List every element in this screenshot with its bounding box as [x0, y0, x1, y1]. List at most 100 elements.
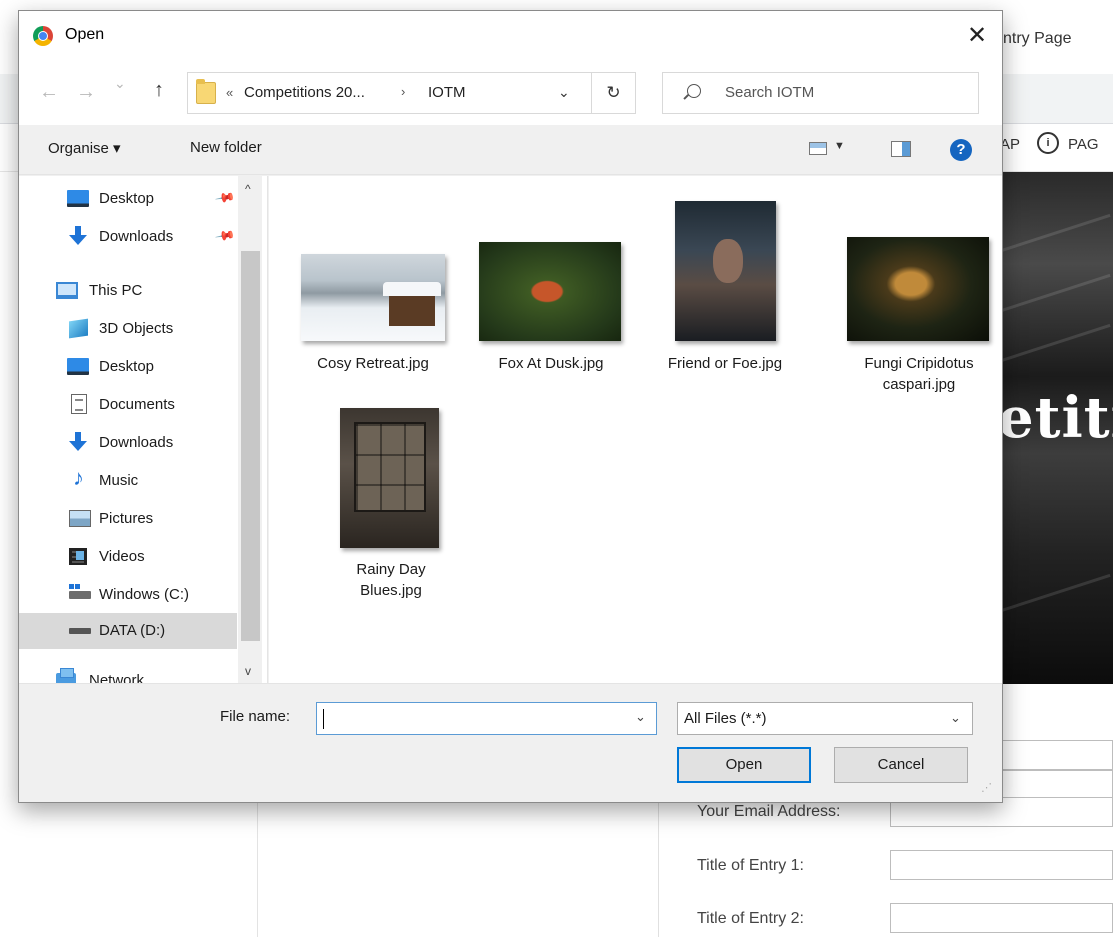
- scroll-down-icon[interactable]: v: [245, 664, 251, 678]
- open-button[interactable]: Open: [677, 747, 811, 783]
- downloads-icon: [69, 226, 87, 246]
- search-box[interactable]: [662, 72, 979, 114]
- folder-icon: [196, 79, 216, 104]
- new-folder-button[interactable]: New folder: [190, 139, 262, 156]
- resize-grip-icon[interactable]: ⋰: [981, 783, 992, 794]
- breadcrumb-competitions[interactable]: Competitions 20...: [244, 84, 365, 101]
- forward-arrow-icon[interactable]: →: [76, 81, 96, 104]
- this-pc-icon: [56, 282, 78, 299]
- navigation-pane: Desktop 📌 Downloads 📌 This PC 3D Objects…: [19, 176, 268, 689]
- address-bar[interactable]: « Competitions 20... › IOTM ⌄: [187, 72, 592, 114]
- file-thumbnail: [479, 242, 621, 341]
- sidebar-item-windows-c[interactable]: Windows (C:): [19, 577, 237, 613]
- scroll-up-icon[interactable]: ^: [245, 182, 251, 196]
- dialog-titlebar[interactable]: Open ✕: [19, 11, 1002, 63]
- file-name-line2: Blues.jpg: [360, 582, 422, 599]
- navigation-row: ← → ⌄ ↑ « Competitions 20... › IOTM ⌄ ↻: [19, 63, 1002, 125]
- breadcrumb-separator: ›: [401, 84, 406, 99]
- cancel-button[interactable]: Cancel: [834, 747, 968, 783]
- sidebar-item-label: Desktop: [99, 190, 155, 207]
- page-nav-icon[interactable]: i: [1037, 132, 1059, 154]
- sidebar-item-label: 3D Objects: [99, 320, 174, 337]
- dialog-footer: File name: ⌄ All Files (*.*) ⌄ Open Canc…: [19, 683, 1002, 802]
- file-name-label: File name:: [220, 708, 291, 725]
- drive-d-icon: [69, 628, 91, 634]
- sidebar-item-label: Downloads: [99, 434, 174, 451]
- desktop-icon: [67, 190, 89, 207]
- file-thumbnail: [340, 408, 439, 548]
- music-icon: ♪: [73, 465, 84, 490]
- sidebar-item-downloads[interactable]: Downloads: [19, 425, 237, 461]
- scrollbar-thumb[interactable]: [241, 251, 260, 641]
- desktop-icon: [67, 358, 89, 375]
- sidebar-item-3d-objects[interactable]: 3D Objects: [19, 311, 237, 347]
- file-name-box[interactable]: ⌄: [316, 702, 657, 735]
- nav-item-map[interactable]: AP: [1000, 136, 1020, 153]
- file-thumbnail: [301, 254, 445, 341]
- search-icon: [687, 84, 701, 98]
- chevron-down-icon[interactable]: ⌄: [635, 709, 646, 725]
- 3d-objects-icon: [69, 318, 88, 339]
- breadcrumb-overflow-icon[interactable]: «: [226, 85, 233, 100]
- open-file-dialog: Open ✕ ← → ⌄ ↑ « Competitions 20... › IO…: [18, 10, 1003, 803]
- chrome-icon: [33, 26, 53, 46]
- file-type-value: All Files (*.*): [684, 710, 767, 727]
- sidebar-item-documents[interactable]: Documents: [19, 387, 237, 423]
- search-input[interactable]: [725, 84, 965, 101]
- email-label: Your Email Address:: [697, 803, 841, 820]
- sidebar-item-music[interactable]: ♪ Music: [19, 463, 237, 499]
- sidebar-item-this-pc[interactable]: This PC: [19, 273, 237, 309]
- nav-item-page[interactable]: PAG: [1068, 136, 1099, 153]
- file-type-select[interactable]: All Files (*.*) ⌄: [677, 702, 973, 735]
- help-icon[interactable]: ?: [950, 139, 972, 161]
- chevron-down-icon[interactable]: ⌄: [950, 710, 961, 726]
- file-name: Fungi Cripidotus: [864, 355, 974, 372]
- sidebar-item-data-d[interactable]: DATA (D:): [19, 613, 237, 649]
- entry1-field[interactable]: [890, 850, 1113, 880]
- file-thumbnail: [847, 237, 989, 341]
- preview-pane-icon[interactable]: [891, 141, 911, 157]
- hero-title: etitio: [998, 385, 1113, 451]
- sidebar-item-label: Downloads: [99, 228, 174, 245]
- browser-tab-title[interactable]: ntry Page: [1003, 30, 1071, 48]
- view-options-icon[interactable]: ▼: [834, 140, 845, 152]
- close-button[interactable]: ✕: [957, 19, 997, 55]
- file-name: Friend or Foe.jpg: [667, 355, 783, 372]
- pictures-icon: [69, 510, 91, 527]
- dialog-toolbar: Organise ▾ New folder ▼ ?: [19, 125, 1002, 175]
- downloads-icon: [69, 432, 87, 452]
- sidebar-item-label: Pictures: [99, 510, 154, 527]
- refresh-button[interactable]: ↻: [592, 72, 636, 114]
- entry2-field[interactable]: [890, 903, 1113, 933]
- hero-text-clip: etitio: [995, 172, 1113, 684]
- file-thumbnail: [675, 201, 776, 341]
- file-name-line2: caspari.jpg: [882, 376, 956, 393]
- organise-menu[interactable]: Organise ▾: [48, 139, 121, 157]
- sidebar-item-pictures[interactable]: Pictures: [19, 501, 237, 537]
- recent-locations-icon[interactable]: ⌄: [114, 75, 126, 92]
- sidebar-item-videos[interactable]: Videos: [19, 539, 237, 575]
- drive-c-icon: [69, 584, 91, 599]
- sidebar-item-label: Documents: [99, 396, 175, 413]
- file-name: Cosy Retreat.jpg: [317, 355, 429, 372]
- back-arrow-icon[interactable]: ←: [39, 81, 59, 104]
- sidebar-item-desktop-quick[interactable]: Desktop 📌: [19, 181, 237, 217]
- file-name-field[interactable]: [323, 708, 623, 725]
- dialog-title: Open: [65, 26, 105, 43]
- sidebar-item-label: Desktop: [99, 358, 155, 375]
- entry1-label: Title of Entry 1:: [697, 857, 804, 874]
- videos-icon: [69, 548, 87, 565]
- file-name: Rainy Day: [356, 561, 426, 578]
- documents-icon: [71, 394, 87, 414]
- change-view-icon[interactable]: [809, 142, 827, 155]
- chevron-down-icon[interactable]: ⌄: [558, 84, 570, 101]
- sidebar-item-label: Music: [99, 472, 139, 489]
- sidebar-scrollbar[interactable]: ^ v: [238, 176, 262, 683]
- entry2-label: Title of Entry 2:: [697, 910, 804, 927]
- pin-icon: 📌: [214, 224, 237, 247]
- up-arrow-icon[interactable]: ↑: [154, 79, 164, 102]
- breadcrumb-iotm[interactable]: IOTM: [428, 84, 466, 101]
- sidebar-item-label: This PC: [89, 282, 143, 299]
- sidebar-item-downloads-quick[interactable]: Downloads 📌: [19, 219, 237, 255]
- sidebar-item-desktop[interactable]: Desktop: [19, 349, 237, 385]
